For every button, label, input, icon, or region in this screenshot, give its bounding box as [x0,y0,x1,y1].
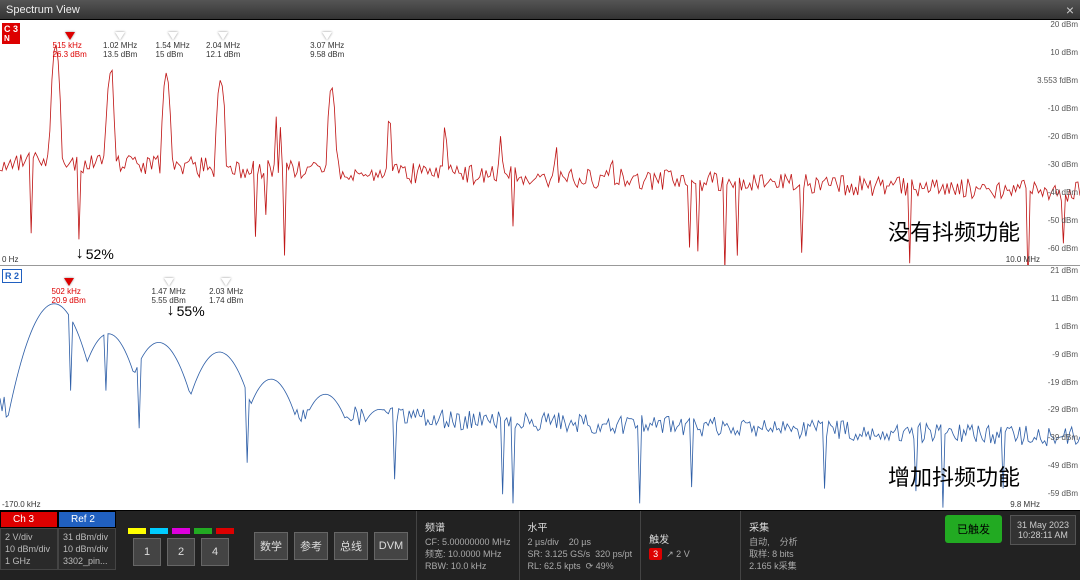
annotation-bottom: ↓ 55% [167,302,205,320]
x-axis-end-bottom: 9.8 MHz [1010,500,1040,509]
marker-triangle-icon [115,32,125,40]
titlebar: Spectrum View × [0,0,1080,20]
toolbar-button[interactable]: 总线 [334,532,368,560]
add-channel-button-2[interactable]: 2 [167,538,195,566]
color-strips [120,526,242,538]
bottom-bar: Ch 3 2 V/div 10 dBm/div 1 GHz Ref 2 31 d… [0,510,1080,580]
reference-marker[interactable]: 515 kHz26.3 dBm [53,32,87,59]
datetime-box[interactable]: 31 May 2023 10:28:11 AM [1010,515,1076,545]
annotation-top: ↓ 52% [76,245,114,263]
y-axis-bottom: 21 dBm 11 dBm 1 dBm -9 dBm -19 dBm -29 dBm -39… [1048,266,1078,498]
down-arrow-icon: ↓ [167,302,175,320]
y-tick: 1 dBm [1048,322,1078,331]
ch3-button[interactable]: Ch 3 [0,511,58,528]
marker-triangle-icon [218,32,228,40]
marker-triangle-icon [168,32,178,40]
toolbar-button[interactable]: DVM [374,532,408,560]
marker-triangle-icon [221,278,231,286]
delta-marker[interactable]: 1.54 MHz15 dBm [156,32,190,59]
y-tick: 11 dBm [1048,294,1078,303]
delta-marker[interactable]: 2.04 MHz12.1 dBm [206,32,240,59]
close-icon[interactable]: × [1066,2,1074,18]
y-axis-top: 20 dBm 10 dBm 3.553 fdBm -10 dBm -20 dBm -30 … [1037,20,1078,253]
channel-color-strip [172,528,190,534]
add-channel-button-1[interactable]: 1 [133,538,161,566]
add-channel-button-4[interactable]: 4 [201,538,229,566]
y-tick: -39 dBm [1048,433,1078,442]
ref2-button[interactable]: Ref 2 [58,511,116,528]
toolbar-button[interactable]: 数学 [254,532,288,560]
delta-marker[interactable]: 3.07 MHz9.58 dBm [310,32,344,59]
y-tick: -50 dBm [1037,216,1078,225]
y-tick: 3.553 fdBm [1037,76,1078,85]
y-tick: -40 dBm [1037,188,1078,197]
toolbar-button[interactable]: 参考 [294,532,328,560]
y-tick: 20 dBm [1037,20,1078,29]
delta-marker[interactable]: 2.03 MHz1.74 dBm [209,278,243,305]
y-tick: -59 dBm [1048,489,1078,498]
window-title: Spectrum View [6,4,80,16]
overlay-text-bottom: 增加抖频功能 [888,460,1020,492]
down-arrow-icon: ↓ [76,245,84,263]
channel-color-strip [128,528,146,534]
y-tick: 21 dBm [1048,266,1078,275]
ch3-info[interactable]: 2 V/div 10 dBm/div 1 GHz [0,528,58,570]
x-axis-start-top: 0 Hz [2,255,18,264]
y-tick: -19 dBm [1048,378,1078,387]
trigger-status[interactable]: 已触发 [945,515,1002,543]
plot-area: C 3 N 20 dBm10 dBm3.553 fdBm-10 dBm-20 d… [0,20,1080,510]
x-axis-end-top: 10.0 MHz [1006,255,1040,264]
trigger-source-badge: 3 [649,548,662,560]
spectrum-section[interactable]: 频谱 CF: 5.00000000 MHz 频宽: 10.0000 MHz RB… [416,511,519,580]
y-tick: -20 dBm [1037,132,1078,141]
x-axis-start-bottom: -170.0 kHz [2,500,41,509]
overlay-text-top: 没有抖频功能 [888,215,1020,247]
delta-marker[interactable]: 1.02 MHz13.5 dBm [103,32,137,59]
channel-color-strip [194,528,212,534]
marker-triangle-icon [322,32,332,40]
delta-marker[interactable]: 1.47 MHz5.55 dBm [152,278,186,305]
reference-marker[interactable]: 502 kHz20.9 dBm [52,278,86,305]
y-tick: -60 dBm [1037,244,1078,253]
acquisition-section[interactable]: 采集 自动, 分析 取样: 8 bits 2.165 k采集 [740,511,840,580]
trigger-section[interactable]: 触发 3↗ 2 V [640,511,740,580]
ref2-info[interactable]: 31 dBm/div 10 dBm/div 3302_pin... [58,528,116,570]
horizontal-section[interactable]: 水平 2 µs/div 20 µs SR: 3.125 GS/s 320 ps/… [519,511,641,580]
spectrum-pane-top[interactable]: C 3 N 20 dBm10 dBm3.553 fdBm-10 dBm-20 d… [0,20,1080,265]
y-tick: -49 dBm [1048,461,1078,470]
channel-color-strip [216,528,234,534]
marker-triangle-icon [164,278,174,286]
marker-triangle-icon [64,278,74,286]
y-tick: -9 dBm [1048,350,1078,359]
y-tick: -30 dBm [1037,160,1078,169]
y-tick: -29 dBm [1048,405,1078,414]
marker-triangle-icon [65,32,75,40]
channel-color-strip [150,528,168,534]
y-tick: 10 dBm [1037,48,1078,57]
spectrum-pane-bottom[interactable]: R 2 21 dBm11 dBm1 dBm-9 dBm-19 dBm-29 dB… [0,265,1080,510]
y-tick: -10 dBm [1037,104,1078,113]
